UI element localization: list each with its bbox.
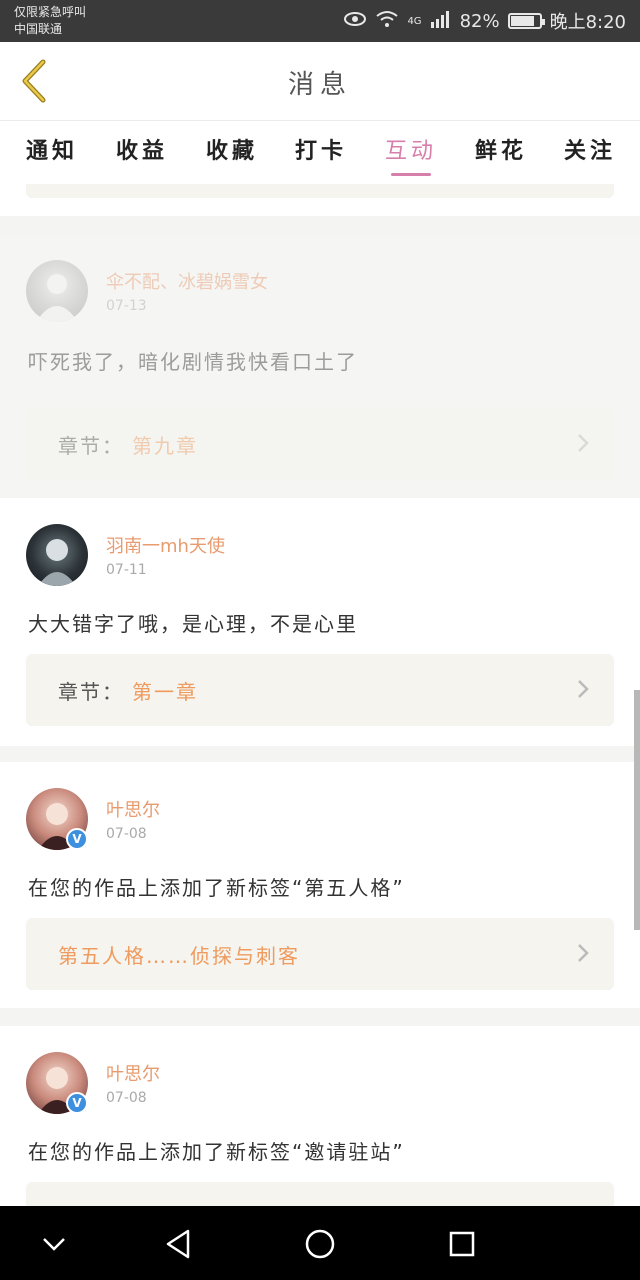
tab-checkin[interactable]: 打卡 [281,133,361,165]
chapter-value: 第九章 [132,434,198,458]
tab-interaction[interactable]: 互动 [371,133,451,176]
tag-link[interactable]: 第五人格……侦探与刺客 [26,918,614,990]
page-title: 消息 [287,70,352,100]
status-bar: 仅限紧急呼叫 中国联通 4G 82% 晚上8:20 [0,0,640,42]
tag-link[interactable] [26,1182,614,1206]
tab-notifications[interactable]: 通知 [12,133,92,165]
avatar[interactable] [26,260,88,322]
recents-square-icon [449,1231,475,1257]
clock: 晚上8:20 [549,12,626,33]
tab-following[interactable]: 关注 [550,133,630,165]
home-circle-icon [305,1229,335,1259]
chevron-right-icon [578,434,589,452]
username[interactable]: 伞不配、冰碧娲雪女 [106,268,268,294]
message-text: 吓死我了，暗化剧情我快看口土了 [28,350,358,374]
list-item [0,184,640,216]
chapter-value: 第一章 [132,680,198,704]
network-type: 4G [407,15,422,27]
message-text: 在您的作品上添加了新标签“第五人格” [28,876,405,900]
wifi-icon [375,10,399,33]
back-triangle-icon [166,1229,190,1259]
date: 07-08 [106,826,147,842]
date: 07-08 [106,1090,147,1106]
list-item[interactable]: 伞不配、冰碧娲雪女 07-13 吓死我了，暗化剧情我快看口土了 章节： 第九章 [0,234,640,498]
message-text: 大大错字了哦，是心理，不是心里 [28,612,358,636]
tab-bar: 通知 收益 收藏 打卡 互动 鲜花 关注 [0,120,640,184]
avatar[interactable] [26,524,88,586]
chapter-link[interactable] [26,184,614,198]
battery-icon [507,13,545,29]
chapter-link[interactable]: 章节： 第九章 [26,408,614,480]
username[interactable]: 叶思尔 [106,796,160,822]
chapter-link[interactable]: 章节： 第一章 [26,654,614,726]
tab-flowers[interactable]: 鲜花 [461,133,541,165]
tab-earnings[interactable]: 收益 [102,133,182,165]
scrollbar[interactable] [634,690,640,930]
verified-badge-icon: V [66,828,88,850]
verified-badge-icon: V [66,1092,88,1114]
tab-favorites[interactable]: 收藏 [192,133,272,165]
carrier-name: 中国联通 [14,22,63,36]
active-tab-indicator [391,173,431,176]
nav-home-button[interactable] [300,1224,340,1264]
username[interactable]: 羽南一mh天使 [106,532,225,558]
nav-collapse-button[interactable] [34,1224,74,1264]
list-item[interactable]: V 叶思尔 07-08 在您的作品上添加了新标签“第五人格” 第五人格……侦探与… [0,762,640,1008]
list-item[interactable]: 羽南一mh天使 07-11 大大错字了哦，是心理，不是心里 章节： 第一章 [0,498,640,746]
message-feed[interactable]: 伞不配、冰碧娲雪女 07-13 吓死我了，暗化剧情我快看口土了 章节： 第九章 … [0,184,640,1206]
nav-back-button[interactable] [158,1224,198,1264]
chapter-label: 章节： [58,434,124,458]
signal-icon [430,10,452,33]
nav-recents-button[interactable] [442,1224,482,1264]
tag-value: 第五人格……侦探与刺客 [58,944,300,968]
date: 07-13 [106,298,147,314]
username[interactable]: 叶思尔 [106,1060,160,1086]
date: 07-11 [106,562,147,578]
eye-icon [343,11,367,32]
battery-percent: 82% [459,10,500,32]
header: 消息 [0,42,640,120]
list-item[interactable]: V 叶思尔 07-08 在您的作品上添加了新标签“邀请驻站” [0,1026,640,1206]
chevron-right-icon [578,944,589,962]
system-nav-bar [0,1206,640,1280]
message-text: 在您的作品上添加了新标签“邀请驻站” [28,1140,405,1164]
chevron-right-icon [578,680,589,698]
chevron-down-icon [43,1238,65,1251]
carrier-emergency: 仅限紧急呼叫 [14,5,87,19]
chapter-label: 章节： [58,680,124,704]
tab-interaction-label: 互动 [384,139,437,164]
